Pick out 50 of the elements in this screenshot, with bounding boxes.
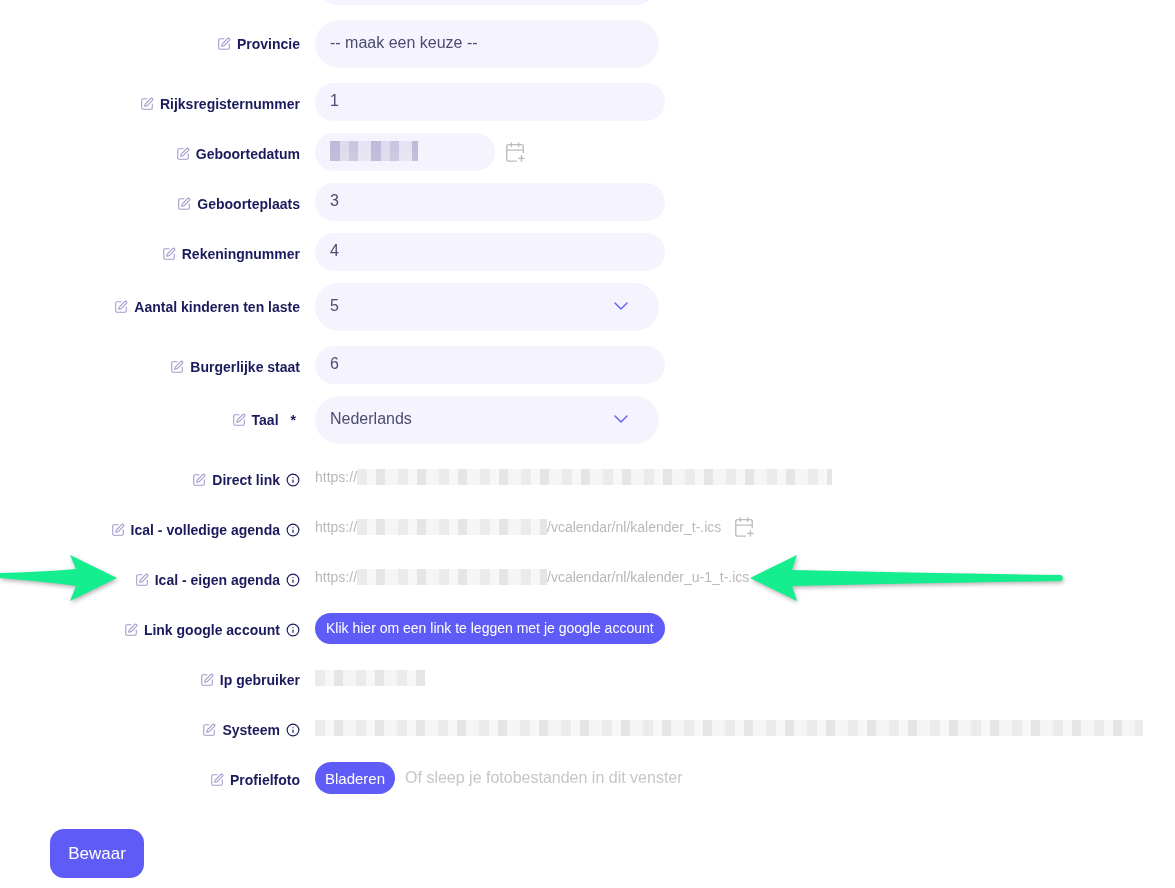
url-text: https:// — [315, 469, 358, 485]
pencil-icon[interactable] — [170, 360, 185, 374]
field-label: Geboorteplaats — [197, 196, 300, 212]
field-label: Ical - eigen agenda — [154, 572, 280, 588]
field-label: Taal — [251, 412, 279, 428]
url-text: /vcalendar/nl/kalender_t-.ics — [547, 519, 722, 535]
text-field[interactable]: 1 — [315, 83, 665, 121]
pencil-icon[interactable] — [139, 97, 154, 111]
select-field[interactable]: -- maak een keuze -- — [315, 20, 659, 68]
field-label: Link google account — [143, 622, 280, 638]
field-label: Rekeningnummer — [181, 246, 300, 262]
pencil-icon[interactable] — [210, 773, 224, 787]
save-button[interactable]: Bewaar — [50, 829, 144, 878]
field-label: Ip gebruiker — [219, 672, 300, 688]
browse-button[interactable]: Bladeren — [315, 762, 396, 794]
field-label: Geboortedatum — [195, 146, 300, 162]
pencil-icon[interactable] — [110, 523, 125, 537]
link-account-button[interactable]: Klik hier om een link te leggen met je google account — [315, 612, 665, 644]
url-text: /vcalendar/nl/kalender_u-1_t-.ics — [547, 569, 750, 585]
select-field[interactable]: 5 — [315, 283, 659, 331]
drop-hint: Of sleep je fotobestanden in dit venster — [405, 769, 683, 787]
url-text: https:// — [315, 569, 358, 585]
pencil-icon[interactable] — [123, 623, 138, 637]
pencil-icon[interactable] — [199, 673, 214, 687]
text-field[interactable]: 4 — [315, 233, 665, 271]
field-label: Ical - volledige agenda — [130, 522, 280, 538]
pencil-icon[interactable] — [177, 197, 192, 211]
pencil-icon[interactable] — [175, 147, 190, 161]
field-label: Systeem — [222, 722, 280, 738]
field-label: Rijksregisternummer — [159, 96, 300, 112]
pencil-icon[interactable] — [134, 573, 149, 587]
date-field[interactable] — [315, 133, 495, 171]
field-label: Burgerlijke staat — [190, 359, 300, 375]
pencil-icon[interactable] — [192, 473, 207, 487]
text-field[interactable]: 3 — [315, 183, 665, 221]
text-field[interactable]: 6 — [315, 346, 665, 384]
calendar-plus-icon[interactable] — [504, 141, 526, 163]
field-label: Provincie — [236, 36, 300, 52]
field-label: Direct link — [212, 472, 280, 488]
pencil-icon[interactable] — [231, 413, 246, 427]
field-label: Profielfoto — [230, 772, 300, 788]
calendar-plus-icon[interactable] — [733, 516, 756, 538]
field-label: Aantal kinderen ten laste — [134, 299, 300, 315]
select-field[interactable]: Nederlands — [315, 396, 659, 444]
pencil-icon[interactable] — [216, 37, 231, 51]
pencil-icon[interactable] — [161, 247, 176, 261]
pencil-icon[interactable] — [114, 300, 129, 314]
pencil-icon[interactable] — [202, 723, 217, 737]
url-text: https:// — [315, 519, 358, 535]
required-mark: * — [290, 412, 296, 428]
